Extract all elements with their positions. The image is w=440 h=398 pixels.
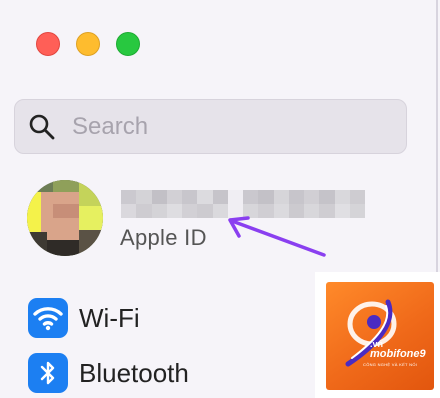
sidebar-item-label: Bluetooth — [79, 357, 189, 388]
sidebar-item-wifi[interactable]: Wi-Fi — [28, 298, 140, 338]
watermark-tagline: CÔNG NGHỆ VÀ KẾT NỐI — [363, 362, 418, 367]
sidebar-item-label: Wi-Fi — [79, 302, 140, 333]
search-input[interactable] — [70, 111, 374, 142]
sidebar-item-bluetooth[interactable]: Bluetooth — [28, 353, 189, 393]
pointer-arrow-icon — [228, 216, 326, 257]
window-controls — [36, 32, 140, 56]
search-icon — [29, 114, 55, 139]
watermark-badge: .vn mobifone9 CÔNG NGHỆ VÀ KẾT NỐI — [326, 282, 434, 390]
minimize-button[interactable] — [76, 32, 100, 56]
bluetooth-icon — [28, 353, 68, 393]
wifi-icon — [28, 298, 68, 338]
apple-id-label: Apple ID — [120, 225, 207, 250]
search-field[interactable] — [14, 99, 407, 154]
account-name-redacted — [121, 190, 365, 218]
avatar — [27, 180, 103, 256]
watermark-logo: .vn mobifone9 CÔNG NGHỆ VÀ KẾT NỐI — [315, 272, 440, 398]
close-button[interactable] — [36, 32, 60, 56]
logo-swoosh-icon — [345, 299, 397, 367]
zoom-button[interactable] — [116, 32, 140, 56]
watermark-brand: mobifone9 — [370, 348, 426, 360]
